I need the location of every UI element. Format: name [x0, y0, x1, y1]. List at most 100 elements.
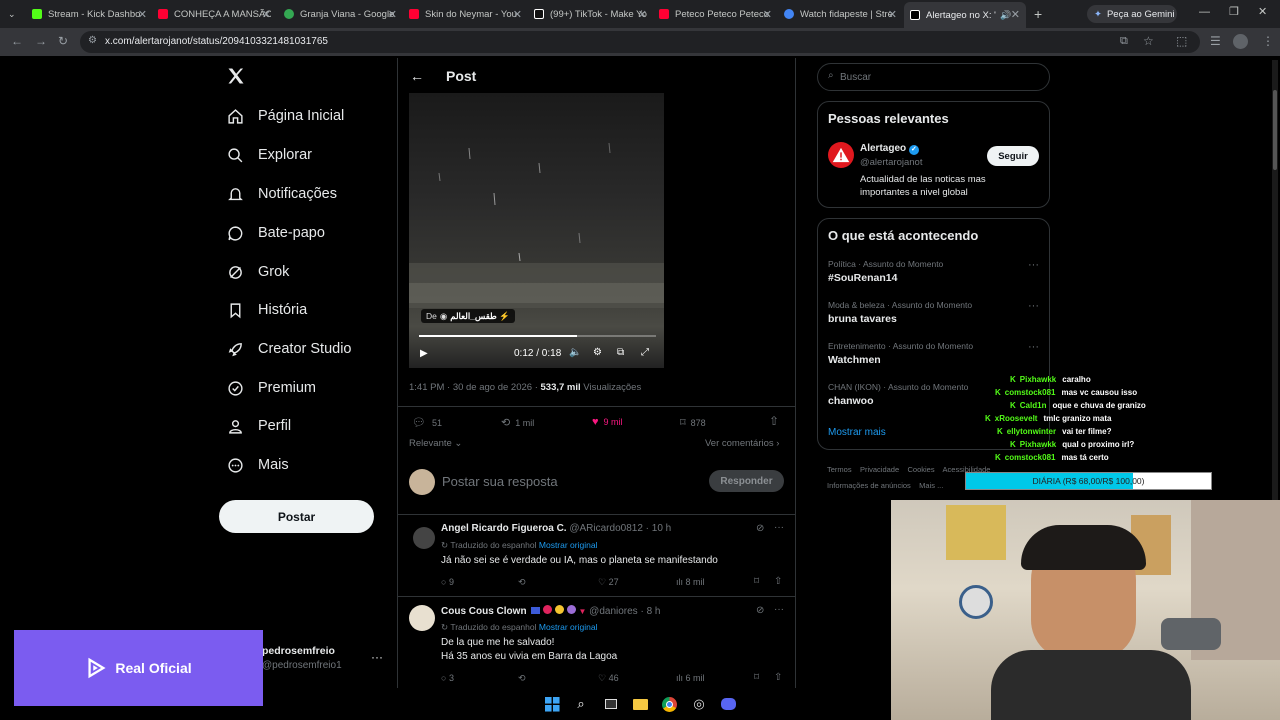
bookmark-icon[interactable]: ⌑ — [754, 576, 759, 587]
reply-item[interactable]: Cous Cous Clown ▼ @daniores · 8 h ⊘ ··· … — [398, 596, 795, 688]
video-progress-track[interactable] — [419, 335, 656, 337]
post-button[interactable]: Postar — [219, 500, 374, 533]
close-icon[interactable]: ✕ — [138, 8, 147, 21]
more-icon[interactable]: ··· — [1028, 300, 1039, 312]
gemini-button[interactable]: ✦ Peça ao Gemini — [1087, 5, 1177, 23]
nav-notifications[interactable]: Notificações — [226, 180, 337, 208]
tab-1[interactable]: CONHEÇA A MANSÃO ✕ — [158, 4, 271, 24]
share-icon[interactable]: ⇧ — [774, 672, 782, 683]
obs-icon[interactable]: ◎ — [690, 695, 708, 713]
reply-author[interactable]: Angel Ricardo Figueroa C. — [441, 523, 567, 534]
new-tab-button[interactable]: + — [1034, 4, 1046, 24]
forward-icon[interactable]: → — [35, 34, 47, 48]
account-name[interactable]: pedrosemfreio — [262, 645, 335, 657]
show-more-link[interactable]: Mostrar mais — [828, 427, 886, 438]
repost-icon[interactable]: ⟲ — [518, 577, 526, 588]
close-icon[interactable]: ✕ — [262, 8, 271, 21]
bookmark-action[interactable]: ⌑ 878 — [680, 416, 706, 429]
close-icon[interactable]: ✕ — [888, 8, 897, 21]
close-icon[interactable]: ✕ — [1011, 8, 1020, 21]
footer-ads[interactable]: Informações de anúncios — [827, 481, 911, 490]
account-more-icon[interactable]: ··· — [371, 650, 383, 664]
like-action[interactable]: ♥ 9 mil — [592, 416, 623, 428]
reply-reply-action[interactable]: ○ 3 — [441, 673, 454, 683]
settings-gear-icon[interactable]: ⚙ — [593, 347, 602, 358]
show-original-link[interactable]: Mostrar original — [539, 622, 598, 632]
tab-2[interactable]: Granja Viana - Google ✕ — [284, 4, 397, 24]
x-logo-icon[interactable] — [226, 66, 246, 91]
trend-item[interactable]: Moda & beleza · Assunto do Momento bruna … — [828, 300, 1039, 325]
nav-explore[interactable]: Explorar — [226, 141, 312, 169]
grok-icon[interactable]: ⊘ — [756, 605, 764, 616]
search-icon[interactable]: ⌕ — [572, 695, 590, 713]
reply-item[interactable]: Angel Ricardo Figueroa C. @ARicardo0812 … — [398, 514, 795, 596]
search-input[interactable]: ⌕ Buscar — [817, 63, 1050, 91]
follow-button[interactable]: Seguir — [987, 146, 1039, 166]
chrome-icon[interactable] — [660, 695, 678, 713]
show-original-link[interactable]: Mostrar original — [539, 540, 598, 550]
bookmark-star-icon[interactable]: ☆ — [1143, 34, 1154, 48]
close-icon[interactable]: ✕ — [513, 8, 522, 21]
tab-7-active[interactable]: Alertageo no X: "I 🔊 ✕ — [904, 2, 1026, 28]
nav-chat[interactable]: Bate-papo — [226, 219, 325, 247]
nav-premium[interactable]: Premium — [226, 374, 316, 402]
footer-cookies[interactable]: Cookies — [907, 465, 934, 474]
footer-privacy[interactable]: Privacidade — [860, 465, 899, 474]
window-close-button[interactable]: ✕ — [1258, 5, 1267, 18]
account-name[interactable]: Alertageo ✓ — [860, 143, 919, 155]
footer-more[interactable]: Mais ... — [919, 481, 943, 490]
close-icon[interactable]: ✕ — [638, 8, 647, 21]
reply-views[interactable]: ılı 8 mil — [676, 577, 705, 587]
fullscreen-icon[interactable]: ⤢ — [641, 347, 649, 358]
scrollbar-thumb[interactable] — [1273, 90, 1277, 170]
footer-terms[interactable]: Termos — [827, 465, 852, 474]
maximize-button[interactable]: ❐ — [1229, 5, 1239, 18]
menu-icon[interactable]: ⋮ — [1262, 34, 1274, 48]
reply-input[interactable]: Postar sua resposta — [442, 474, 558, 489]
sort-relevant-dropdown[interactable]: Relevante ⌄ — [409, 438, 462, 449]
video-player[interactable]: De ◉ طقس_العالم ⚡ ▶ 0:12 / 0:18 🔈 ⚙ ⧉ ⤢ — [409, 93, 664, 368]
nav-more[interactable]: Mais — [226, 451, 289, 479]
back-arrow-icon[interactable]: ← — [410, 68, 424, 84]
discord-icon[interactable] — [719, 695, 737, 713]
nav-creator-studio[interactable]: Creator Studio — [226, 335, 352, 363]
close-icon[interactable]: ✕ — [388, 8, 397, 21]
close-icon[interactable]: ✕ — [763, 8, 772, 21]
reply-button[interactable]: Responder — [709, 470, 784, 492]
site-info-icon[interactable]: ⚙ — [88, 35, 97, 46]
file-explorer-icon[interactable] — [631, 695, 649, 713]
repost-icon[interactable]: ⟲ — [518, 673, 526, 684]
more-icon[interactable]: ··· — [774, 604, 784, 615]
tab-4[interactable]: (99+) TikTok - Make Yo ✕ — [534, 4, 647, 24]
nav-grok[interactable]: Grok — [226, 258, 289, 286]
more-icon[interactable]: ··· — [774, 522, 784, 533]
reload-icon[interactable]: ↻ — [58, 34, 68, 48]
trend-item[interactable]: Política · Assunto do Momento #SouRenan14… — [828, 259, 1039, 284]
bookmark-icon[interactable]: ⌑ — [754, 672, 759, 683]
grok-icon[interactable]: ⊘ — [756, 523, 764, 534]
tab-search-button[interactable]: ⌄ — [8, 4, 22, 24]
nav-home[interactable]: Página Inicial — [226, 102, 344, 130]
reply-like-action[interactable]: ♡ 46 — [598, 673, 619, 684]
warning-avatar-icon[interactable] — [828, 142, 854, 168]
tab-5[interactable]: Peteco Peteco Peteco ✕ — [659, 4, 772, 24]
reply-reply-action[interactable]: ○ 9 — [441, 577, 454, 587]
speaker-icon[interactable]: 🔊 — [1000, 10, 1011, 21]
reply-author[interactable]: Cous Cous Clown — [441, 606, 527, 617]
tab-0[interactable]: Stream - Kick Dashbo ✕ — [32, 4, 147, 24]
back-icon[interactable]: ← — [11, 34, 23, 48]
video-source-badge[interactable]: De ◉ طقس_العالم ⚡ — [421, 309, 515, 323]
tab-3[interactable]: Skin do Neymar - You ✕ — [409, 4, 522, 24]
tab-6[interactable]: Watch fidapeste | Stre ✕ — [784, 4, 897, 24]
install-icon[interactable]: ⧉ — [1120, 35, 1128, 48]
share-icon[interactable]: ⇧ — [769, 414, 779, 428]
reply-action[interactable]: 💬︎ 51 — [412, 416, 442, 429]
nav-profile[interactable]: Perfil — [226, 412, 291, 440]
share-icon[interactable]: ⇧ — [774, 576, 782, 587]
more-icon[interactable]: ··· — [1028, 341, 1039, 353]
reply-views[interactable]: ılı 6 mil — [676, 673, 705, 683]
nav-history[interactable]: História — [226, 296, 307, 324]
pip-icon[interactable]: ⧉ — [617, 347, 624, 358]
trend-item[interactable]: Entretenimento · Assunto do Momento Watch… — [828, 341, 1039, 366]
more-icon[interactable]: ··· — [1028, 259, 1039, 271]
